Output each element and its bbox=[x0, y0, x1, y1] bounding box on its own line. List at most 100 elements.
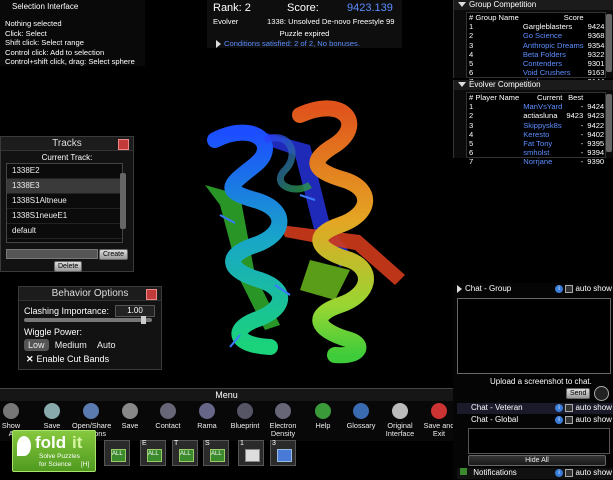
tool-save-button[interactable]: Save bbox=[33, 403, 71, 430]
row-name[interactable]: Void Crushers bbox=[521, 68, 586, 77]
table-row[interactable]: 5 Contenders 9301 bbox=[467, 59, 607, 68]
scrollbar[interactable] bbox=[606, 14, 612, 72]
chat-message-box[interactable] bbox=[457, 298, 611, 374]
wiggle-auto-option[interactable]: Auto bbox=[93, 339, 120, 351]
foldit-logo[interactable]: fold it Solve Puzzles for Science [H] bbox=[12, 430, 96, 472]
row-name[interactable]: smholst bbox=[521, 148, 564, 157]
row-name[interactable]: ManVsYard bbox=[521, 102, 564, 111]
tool-camera-button[interactable]: Save bbox=[111, 403, 149, 430]
clashing-slider[interactable] bbox=[24, 316, 152, 324]
tool-label: Save bbox=[121, 421, 139, 430]
wiggle-low-option[interactable]: Low bbox=[24, 339, 49, 351]
row-best: 9402 bbox=[587, 129, 605, 139]
tool-rama-button[interactable]: Rama bbox=[188, 403, 226, 430]
row-name[interactable]: Norrjane bbox=[521, 157, 564, 166]
tool-electron-density-button[interactable]: Electron Density bbox=[264, 403, 302, 438]
delete-button[interactable]: Delete bbox=[54, 261, 83, 272]
auto-show-checkbox[interactable] bbox=[565, 468, 574, 477]
track-list[interactable]: 1338E2 1338E3 1338S1Altneue 1338S1neueE1… bbox=[6, 163, 123, 243]
logo-hotkey: [H] bbox=[81, 461, 90, 468]
send-button[interactable]: Send bbox=[566, 388, 591, 399]
collapse-arrow-icon[interactable] bbox=[458, 82, 466, 88]
table-row[interactable]: 4 Beta Folders 9322 bbox=[467, 50, 607, 59]
slot-label: ALL bbox=[112, 451, 123, 457]
notifications-header[interactable]: Notifications i auto show bbox=[457, 468, 613, 479]
tool-blueprint-button[interactable]: Blueprint bbox=[226, 403, 264, 430]
table-row[interactable]: 2 Go Science 9368 bbox=[467, 31, 607, 40]
table-row[interactable]: 6 Void Crushers 9163 bbox=[467, 68, 607, 77]
quickbar-slot[interactable]: ALL bbox=[104, 440, 130, 466]
table-row[interactable]: 3 Anthropic Dreams 9354 bbox=[467, 41, 607, 50]
scrollbar[interactable] bbox=[606, 94, 612, 152]
tool-label: Help bbox=[315, 421, 331, 430]
quickbar-slot[interactable]: T ALL bbox=[172, 440, 198, 466]
row-rank: 3 bbox=[469, 120, 474, 130]
chat-global-header[interactable]: Chat - Global i auto show bbox=[457, 415, 613, 426]
auto-show-checkbox[interactable] bbox=[565, 403, 574, 412]
quickbar-slot[interactable]: S ALL bbox=[203, 440, 229, 466]
tracks-panel: Tracks Current Track: 1338E2 1338E3 1338… bbox=[0, 136, 134, 272]
info-icon[interactable]: i bbox=[555, 403, 563, 412]
tool-glossary-button[interactable]: Glossary bbox=[342, 403, 380, 430]
track-item[interactable]: 1338S1Altneue bbox=[7, 194, 122, 209]
track-name-input[interactable] bbox=[6, 249, 98, 259]
behavior-title: Behavior Options bbox=[19, 287, 161, 301]
cut-bands-checkbox[interactable]: ✕ bbox=[26, 354, 34, 365]
track-item[interactable]: default bbox=[7, 224, 122, 239]
close-icon[interactable] bbox=[146, 289, 157, 300]
row-name[interactable]: Contenders bbox=[521, 59, 586, 68]
table-row[interactable]: 1 Gargleblasters 9424 bbox=[467, 22, 607, 31]
table-row[interactable]: 7 Norrjane -9390 bbox=[467, 157, 606, 166]
chat-global-box[interactable] bbox=[468, 428, 610, 454]
collapse-arrow-icon[interactable] bbox=[458, 2, 466, 8]
table-row[interactable]: 5 Fat Tony -9395 bbox=[467, 139, 606, 148]
auto-show-checkbox[interactable] bbox=[565, 284, 574, 293]
tool-help-button[interactable]: Help bbox=[304, 403, 342, 430]
group-competition-panel: Group Competition # Group Name Score 1 Ga… bbox=[453, 0, 613, 86]
table-row[interactable]: 3 Skippysk8s -9422 bbox=[467, 121, 606, 130]
puzzle-status: Puzzle expired bbox=[279, 29, 330, 38]
row-name[interactable]: Anthropic Dreams bbox=[521, 41, 586, 50]
quickbar-slot[interactable]: E ALL bbox=[140, 440, 166, 466]
row-name[interactable]: actiasluna bbox=[521, 111, 564, 120]
table-row[interactable]: 6 smholst -9394 bbox=[467, 148, 606, 157]
tool-label: Interface bbox=[385, 429, 415, 438]
row-name[interactable]: Beta Folders bbox=[521, 50, 586, 59]
chat-group-header[interactable]: Chat - Group i auto show bbox=[457, 284, 613, 295]
table-row[interactable]: 2 actiasluna 9423 9423 bbox=[467, 111, 606, 120]
quickbar-slot[interactable]: 1 bbox=[238, 440, 264, 466]
tool-mouse-button[interactable]: Original Interface bbox=[381, 403, 419, 438]
row-name[interactable]: Fat Tony bbox=[521, 139, 564, 148]
menu-bar[interactable]: Menu bbox=[0, 388, 453, 402]
track-item[interactable]: 1338S1neueE1 bbox=[7, 209, 122, 224]
create-button[interactable]: Create bbox=[99, 249, 129, 260]
wiggle-power-label: Wiggle Power: bbox=[24, 327, 83, 337]
info-icon[interactable]: i bbox=[555, 415, 563, 424]
slider-thumb[interactable] bbox=[141, 316, 146, 324]
quickbar-slot[interactable]: 3 bbox=[270, 440, 296, 466]
row-name[interactable]: Keresto bbox=[521, 130, 564, 139]
screenshot-button[interactable] bbox=[594, 386, 609, 401]
auto-show-checkbox[interactable] bbox=[565, 415, 574, 424]
track-item[interactable]: 1338E2 bbox=[7, 164, 122, 179]
wiggle-medium-option[interactable]: Medium bbox=[51, 339, 91, 351]
protein-viewport[interactable] bbox=[160, 85, 450, 385]
info-icon[interactable]: i bbox=[555, 284, 563, 293]
row-best: 9390 bbox=[587, 157, 605, 167]
table-header: # Group Name Score bbox=[467, 13, 607, 22]
tool-contact-button[interactable]: Contact bbox=[149, 403, 187, 430]
conditions-row[interactable]: Conditions satisfied: 2 of 2, No bonuses… bbox=[216, 39, 360, 48]
table-row[interactable]: 1 ManVsYard -9424 bbox=[467, 102, 606, 111]
info-icon[interactable]: i bbox=[555, 468, 563, 477]
row-name[interactable]: Go Science bbox=[521, 31, 586, 40]
row-name[interactable]: Gargleblasters bbox=[521, 22, 586, 31]
hide-all-button[interactable]: Hide All bbox=[468, 455, 606, 466]
scrollbar[interactable] bbox=[120, 173, 126, 229]
close-icon[interactable] bbox=[118, 139, 129, 150]
clashing-value-field[interactable]: 1.00 bbox=[115, 305, 155, 317]
table-row[interactable]: 4 Keresto -9402 bbox=[467, 130, 606, 139]
row-name[interactable]: Skippysk8s bbox=[521, 121, 564, 130]
track-item-selected[interactable]: 1338E3 bbox=[7, 179, 122, 194]
chat-veteran-header[interactable]: Chat - Veteran i auto show bbox=[457, 403, 613, 414]
electron-density-icon bbox=[275, 403, 291, 419]
